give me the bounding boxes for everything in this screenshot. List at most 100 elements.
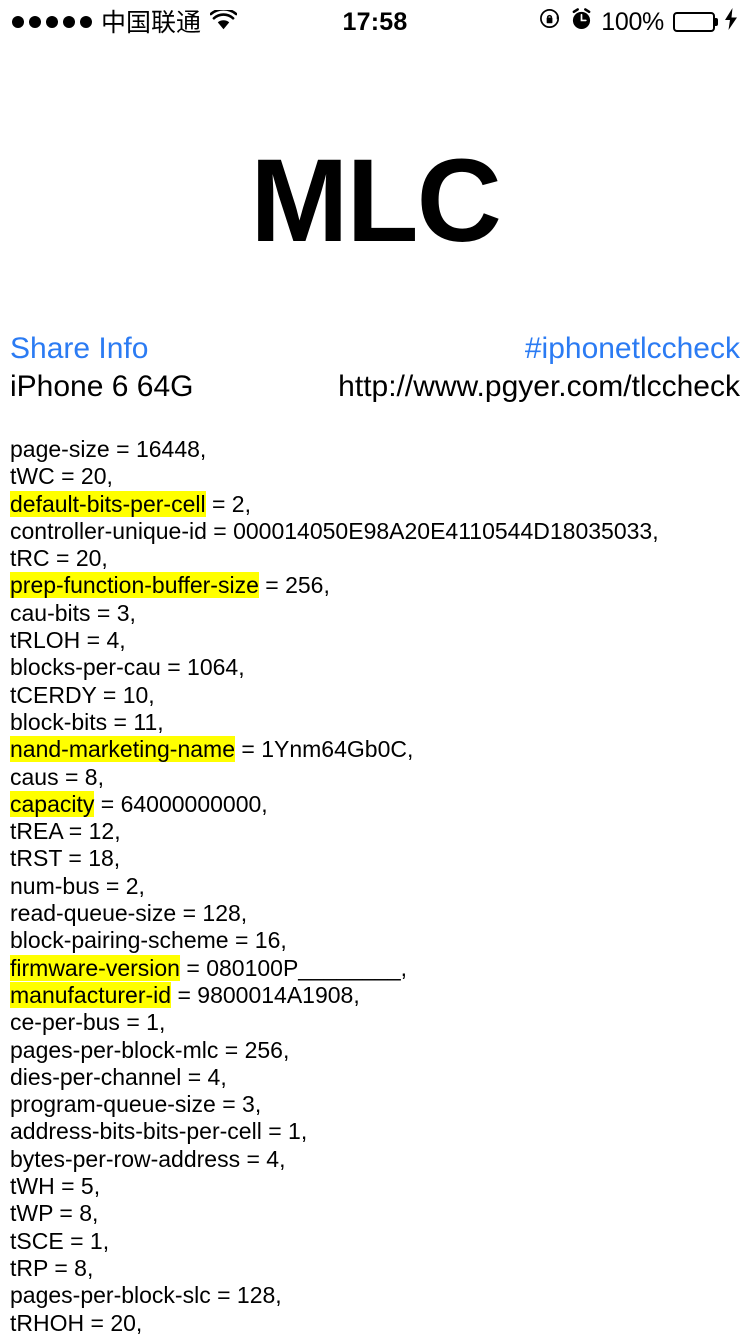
property-key: default-bits-per-cell [10,490,206,517]
property-line: tREA = 12, [10,818,740,845]
battery-icon [673,12,718,32]
property-line: tRP = 8, [10,1255,740,1282]
property-value: = 128, [176,900,248,927]
property-value: = 20, [49,545,108,572]
property-line: controller-unique-id = 000014050E98A20E4… [10,518,740,545]
lightning-bolt-icon [724,7,738,37]
property-value: = 4, [181,1063,227,1090]
property-key: tRP [10,1254,48,1281]
status-bar: 中国联通 17:58 100% [0,0,750,44]
property-line: tCERDY = 10, [10,682,740,709]
property-value: = 1Ynm64Gb0C, [235,736,414,763]
property-line: tWP = 8, [10,1200,740,1227]
property-key: firmware-version [10,954,180,981]
property-key: block-bits [10,708,108,735]
property-value: = 1064, [160,654,245,681]
property-line: block-pairing-scheme = 16, [10,927,740,954]
property-key: block-pairing-scheme [10,927,229,954]
signal-dot [63,16,75,28]
property-value: = 16448, [109,436,207,462]
signal-strength-dots [12,16,92,28]
property-line: num-bus = 2, [10,873,740,900]
property-key: read-queue-size [10,900,177,927]
property-value: = 256, [258,572,330,599]
hashtag-link[interactable]: #iphonetlccheck [310,330,740,368]
property-value: = 256, [218,1036,290,1063]
share-info-button[interactable]: Share Info [10,330,310,368]
property-value: = 18, [61,845,121,872]
property-value: = 8, [58,763,104,790]
property-key: num-bus [10,872,100,899]
property-key: tREA [10,818,63,845]
property-value: = 1, [261,1118,308,1145]
device-model-label: iPhone 6 64G [10,370,194,403]
site-url-label: http://www.pgyer.com/tlccheck [338,370,740,403]
property-line: pages-per-block-slc = 128, [10,1282,740,1309]
property-line: block-bits = 11, [10,709,740,736]
property-value: = 4, [240,1145,286,1172]
property-key: tWH [10,1173,55,1200]
wifi-icon [209,7,238,37]
signal-dot [46,16,58,28]
property-key: dies-per-channel [10,1063,182,1090]
property-line: tWC = 20, [10,463,740,490]
signal-dot [29,16,41,28]
property-key: tWC [10,463,55,490]
property-line: caus = 8, [10,764,740,791]
property-key: nand-marketing-name [10,736,236,763]
info-row-top: Share Info #iphonetlccheck [10,330,740,368]
property-key: controller-unique-id [10,517,207,544]
property-line: tRHOH = 20, [10,1310,740,1337]
property-key: tSCE [10,1227,64,1254]
property-key: capacity [10,790,95,817]
property-value: = 64000000000, [94,790,268,817]
property-value: = 12, [62,818,121,845]
property-key: tRHOH [10,1309,85,1336]
property-value: = 11, [107,708,164,735]
property-line: tSCE = 1, [10,1228,740,1255]
property-key: tRST [10,845,62,872]
property-key: prep-function-buffer-size [10,572,259,599]
signal-dot [12,16,24,28]
property-value: = 1, [119,1009,166,1036]
property-line: pages-per-block-mlc = 256, [10,1037,740,1064]
property-value: = 20, [84,1309,143,1336]
info-block: Share Info #iphonetlccheck iPhone 6 64G … [0,330,750,406]
property-value: = 3, [215,1091,262,1118]
property-line: ce-per-bus = 1, [10,1009,740,1036]
property-line: tWH = 5, [10,1173,740,1200]
property-key: program-queue-size [10,1091,216,1118]
property-key: cau-bits [10,599,91,626]
property-line: program-queue-size = 3, [10,1091,740,1118]
property-line: page-size = 16448, [10,436,740,463]
rotation-lock-icon [539,7,562,37]
property-value: = 080100P________, [179,954,408,981]
property-value: = 9800014A1908, [171,981,360,1008]
property-key: manufacturer-id [10,981,172,1008]
property-key: page-size [10,436,110,462]
property-line: dies-per-channel = 4, [10,1064,740,1091]
property-value: = 3, [90,599,136,626]
alarm-clock-icon [571,7,592,37]
property-key: caus [10,763,59,790]
property-line: tRC = 20, [10,545,740,572]
property-value: = 000014050E98A20E4110544D18035033, [206,517,659,544]
property-line: firmware-version = 080100P________, [10,954,740,982]
property-value: = 4, [80,627,126,654]
property-line: tRLOH = 4, [10,627,740,654]
property-value: = 10, [96,681,155,708]
property-key: tCERDY [10,681,97,708]
property-key: blocks-per-cau [10,654,161,681]
property-line: blocks-per-cau = 1064, [10,654,740,681]
property-line: tRST = 18, [10,845,740,872]
battery-cap [715,18,718,26]
property-line: manufacturer-id = 9800014A1908, [10,981,740,1009]
property-value: = 8, [53,1200,99,1227]
property-line: read-queue-size = 128, [10,900,740,927]
property-key: pages-per-block-slc [10,1282,211,1309]
property-value: = 5, [54,1173,101,1200]
property-line: capacity = 64000000000, [10,790,740,818]
property-value: = 8, [47,1254,94,1281]
property-value: = 2, [99,872,145,899]
status-bar-left: 中国联通 [12,7,238,37]
